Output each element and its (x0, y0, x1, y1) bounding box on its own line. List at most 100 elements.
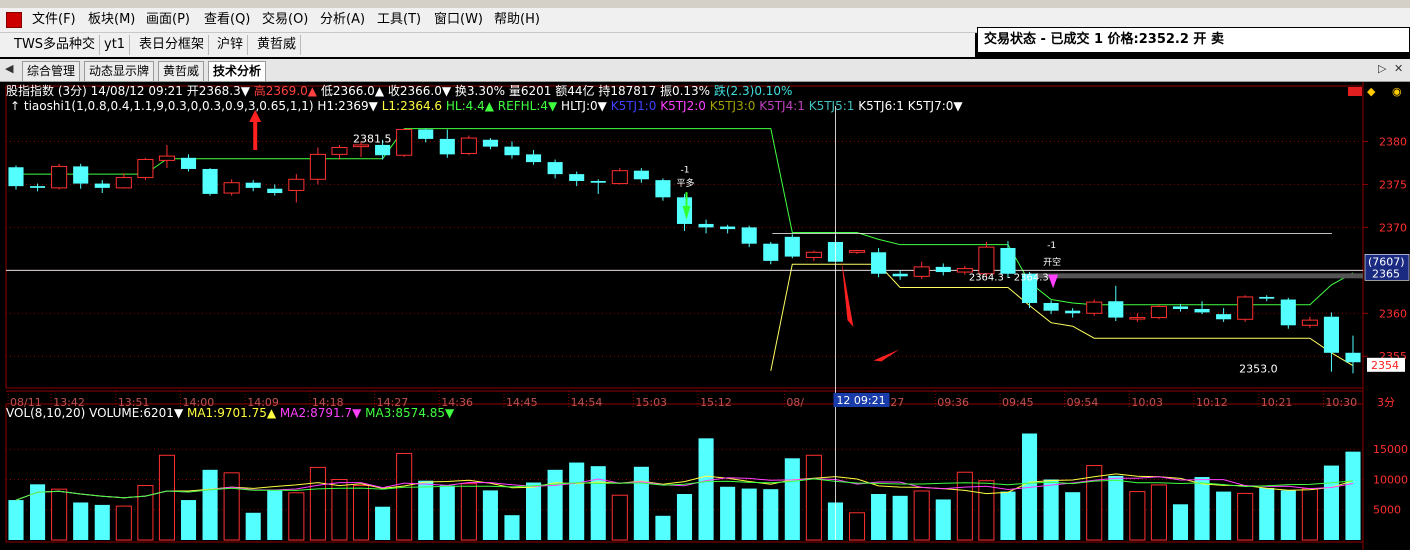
quote-info-line-item: 高2369.0▲ (254, 83, 321, 98)
volume-info-line-item: MA2:8791.7▼ (280, 406, 365, 420)
menu-analysis[interactable]: 分析(A) (318, 10, 367, 30)
time-tick-label: 14:54 (571, 396, 603, 409)
menu-help[interactable]: 帮助(H) (492, 10, 542, 30)
volume-info-line-item: VOL(8,10,20) (6, 406, 89, 420)
quote-info-line-item: 股指指数 (3分) 14/08/12 09:21 (6, 83, 187, 98)
volume-bar (547, 469, 563, 540)
volume-bar (1216, 491, 1232, 540)
volume-bar (288, 492, 305, 541)
tab-technical-analysis[interactable]: 技术分析 (208, 61, 267, 81)
volume-bar (1323, 465, 1339, 540)
tab-user[interactable]: 黄哲威 (158, 61, 205, 81)
time-tick-label: 09:36 (937, 396, 969, 409)
volume-bar (482, 490, 498, 540)
toolbar-frame-button[interactable]: 表日分框架 (135, 35, 210, 55)
candle-body (1194, 308, 1210, 313)
volume-bar (1280, 490, 1296, 540)
indicator-info-line-item: HLTJ:0▼ (561, 99, 611, 113)
candle-body (439, 138, 455, 155)
tab-close-icon[interactable]: ✕ (1394, 62, 1403, 75)
trade-status: 交易状态 - 已成交 1 价格:2352.2 开 卖 (977, 27, 1410, 53)
volume-bar (913, 490, 930, 541)
volume-bar (1345, 451, 1361, 540)
candle-body (741, 227, 757, 244)
quote-info-line-item: 持187817 (598, 83, 660, 98)
volume-bar (871, 494, 887, 540)
volume-bar (375, 506, 391, 540)
menu-view[interactable]: 查看(Q) (202, 10, 252, 30)
candle-body (569, 174, 585, 181)
indicator-info-line-item: REFHL:4▼ (498, 99, 561, 113)
candle-body (590, 180, 606, 183)
cursor-time-label: 12 09:21 (836, 394, 885, 407)
menu-window[interactable]: 窗口(W) (432, 10, 485, 30)
candle-body (137, 159, 154, 179)
candle-body (1345, 352, 1361, 363)
tab-scroll-left-icon[interactable]: ◀ (5, 62, 13, 75)
menu-view-page[interactable]: 画面(P) (144, 10, 192, 30)
toolbar-user-button[interactable]: 黄哲威 (253, 35, 302, 55)
menu-sector[interactable]: 板块(M) (86, 10, 137, 30)
candle-body (1150, 305, 1167, 319)
tab-general[interactable]: 综合管理 (22, 61, 81, 81)
volume-bar (115, 505, 132, 541)
indicator-info-line: ↑ tiaoshi1(1,0.8,0.4,1.1,9,0.3,0,0.3,0.9… (10, 99, 963, 113)
menu-tools[interactable]: 工具(T) (375, 10, 423, 30)
volume-bar (1259, 487, 1275, 540)
candle-body (763, 243, 779, 261)
candle-body (871, 252, 887, 274)
chart-settings-icon (1348, 87, 1362, 96)
toolbar-zinc-button[interactable]: 沪锌 (213, 35, 249, 55)
candle-body (655, 180, 671, 198)
mid-price-label: 2364.3 - 2364.3 (969, 272, 1049, 283)
candle-body (1000, 247, 1016, 274)
candle-body (633, 170, 649, 180)
candle-body (547, 162, 563, 175)
volume-bar (352, 485, 370, 541)
volume-bar (784, 458, 800, 540)
candle-body (1237, 296, 1254, 320)
tab-dynamic-board[interactable]: 动态显示牌 (84, 61, 155, 81)
volume-bar (73, 502, 89, 540)
candle-body (805, 251, 822, 258)
high-price-label: 2381.5 (353, 133, 392, 146)
signal2-label: 开空 (1043, 256, 1061, 268)
volume-info-line-item: VOLUME:6201▼ (89, 406, 187, 420)
indicator-info-line-item: ↑ tiaoshi1(1,0.8,0.4,1.1,9,0.3,0,0.3,0.9… (10, 99, 317, 113)
candle-body (720, 226, 736, 230)
quote-info-line: 股指指数 (3分) 14/08/12 09:21 开2368.3▼ 高2369.… (6, 83, 792, 98)
time-tick-label: 10:03 (1131, 396, 1163, 409)
candle-body (526, 154, 542, 163)
indicator-info-line-item: H1:2369▼ (317, 99, 381, 113)
candle-body (309, 153, 326, 180)
candle-body (158, 155, 175, 161)
volume-bar (805, 454, 822, 541)
support-band (1029, 273, 1363, 279)
candle-body (1086, 301, 1103, 314)
toolbar-tws-button[interactable]: TWS多品种交 (10, 35, 101, 55)
signal1-label: 平多 (677, 177, 695, 189)
candle-body (180, 157, 197, 169)
red-pointer-arrow-icon (873, 349, 900, 362)
menu-file[interactable]: 文件(F) (30, 10, 78, 30)
toolbar-yt1-button[interactable]: yt1 (100, 35, 131, 55)
low-price-label: 2353.0 (1239, 362, 1278, 375)
quote-info-line-item: 振0.13% (660, 84, 714, 98)
menu-trade[interactable]: 交易(O) (260, 10, 310, 30)
volume-bar (892, 495, 908, 540)
price-tick-label: 2375 (1379, 178, 1407, 191)
candle-body (935, 266, 951, 273)
time-tick-label: 09:54 (1067, 396, 1099, 409)
red-up-arrow-icon (249, 110, 262, 150)
app-logo-icon (6, 12, 22, 28)
indicator-info-line-item: K5TJ1:0 (611, 99, 661, 113)
kline-chart[interactable]: 2380237523702365236023551500010000500008… (0, 82, 1410, 550)
tab-scroll-right-icon[interactable]: ▷ (1378, 62, 1386, 75)
candle-body (504, 146, 520, 156)
quote-info-line-item: 开2368.3▼ (187, 84, 254, 98)
indicator-info-line-item: K5TJ5:1 (809, 99, 859, 113)
candle-body (8, 167, 24, 187)
price-tick-label: 2360 (1379, 307, 1407, 320)
volume-bar (611, 494, 628, 541)
volume-bar (633, 466, 649, 540)
